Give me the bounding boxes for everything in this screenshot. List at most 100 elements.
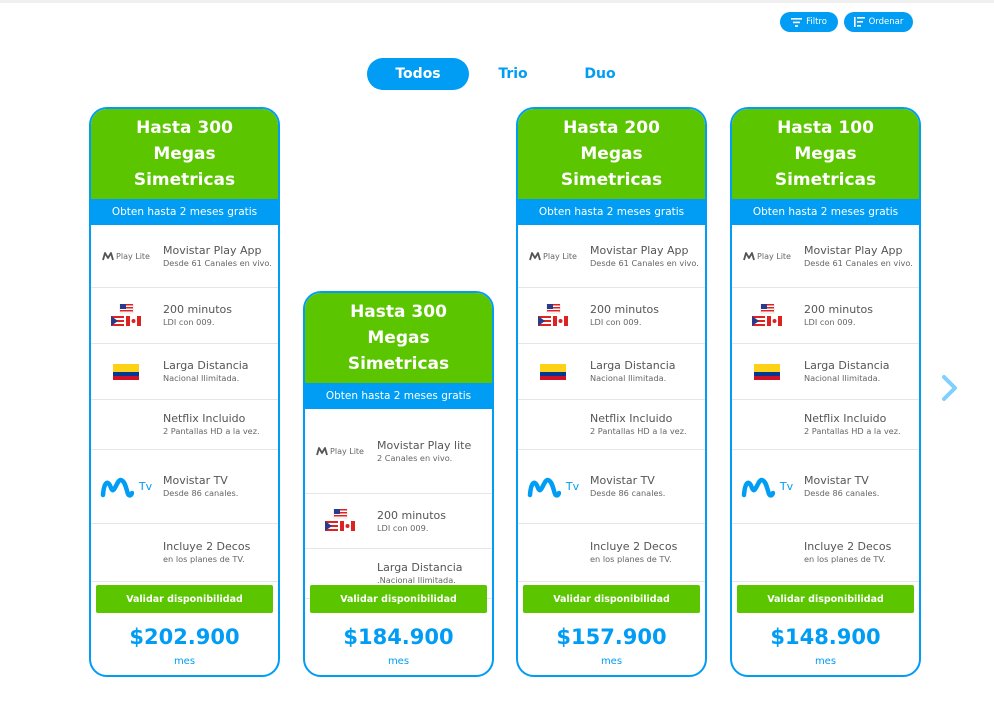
colombia-flag-icon [754, 363, 780, 380]
plan-price: $202.900 [129, 625, 240, 649]
next-arrow-button[interactable] [940, 374, 960, 406]
feature-row: 200 minutos LDI con 009. [518, 288, 705, 344]
price-period: mes [387, 656, 410, 667]
feature-title: 200 minutos [163, 303, 232, 316]
promo-banner: Obten hasta 2 meses gratis [732, 199, 919, 225]
top-divider [0, 0, 994, 3]
plan-card: Hasta 200 Megas Simetricas Obten hasta 2 … [516, 107, 707, 677]
feature-title: Movistar Play App [590, 243, 689, 257]
feature-subtitle: LDI con 009. [163, 317, 215, 327]
feature-row: Netflix Incluido 2 Pantallas HD a la vez. [732, 400, 919, 450]
feature-row: Incluye 2 Decos en los planes de TV. [518, 524, 705, 582]
feature-row: Play Lite Movistar Play lite 2 Canales en … [305, 409, 492, 494]
feature-row: Netflix Incluido 2 Pantallas HD a la vez. [518, 400, 705, 450]
tab-duo[interactable]: Duo [557, 58, 643, 90]
feature-subtitle: Desde 86 canales. [163, 488, 239, 498]
movistar-tv-logo: Tv [100, 476, 152, 498]
feature-title: Movistar Play App [163, 243, 262, 257]
feature-subtitle: Nacional Ilimitada. [590, 373, 667, 383]
colombia-flag-icon [113, 363, 139, 380]
movistar-tv-logo: Tv [527, 476, 579, 498]
feature-subtitle: Desde 86 canales. [804, 488, 880, 498]
price-period: mes [600, 656, 623, 667]
feature-row: Tv Movistar TV Desde 86 canales. [518, 450, 705, 524]
flags-icon [325, 509, 355, 531]
feature-row: Tv Movistar TV Desde 86 canales. [732, 450, 919, 524]
feature-title: Movistar TV [590, 474, 655, 487]
promo-banner: Obten hasta 2 meses gratis [305, 383, 492, 409]
price-period: mes [173, 656, 196, 667]
feature-subtitle: 2 Pantallas HD a la vez. [804, 426, 901, 436]
feature-row: Larga Distancia Nacional Ilimitada. [732, 344, 919, 400]
filter-icon [791, 17, 803, 27]
promo-banner: Obten hasta 2 meses gratis [518, 199, 705, 225]
feature-title: Movistar Play App [804, 243, 903, 257]
flags-icon [538, 303, 568, 326]
movistar-play-lite-logo: Play Lite [316, 447, 364, 456]
validate-availability-button[interactable]: Validar disponibilidad [523, 585, 700, 613]
validate-availability-button[interactable]: Validar disponibilidad [96, 585, 273, 613]
movistar-play-lite-logo: Play Lite [102, 252, 150, 261]
feature-title: Netflix Incluido [590, 412, 673, 425]
feature-title: Incluye 2 Decos [804, 540, 892, 553]
sort-icon [853, 17, 865, 27]
plan-tabs: Todos Trio Duo [367, 58, 643, 90]
feature-row: Netflix Incluido 2 Pantallas HD a la vez. [91, 400, 278, 450]
feature-row: Larga Distancia Nacional Ilimitada. [91, 344, 278, 400]
feature-subtitle: en los planes de TV. [163, 554, 245, 564]
feature-row: Incluye 2 Decos en los planes de TV. [91, 524, 278, 582]
chevron-right-icon [942, 375, 957, 401]
feature-subtitle: LDI con 009. [377, 522, 429, 533]
feature-title: Movistar TV [804, 474, 869, 487]
filter-label: Filtro [806, 17, 827, 27]
feature-row: Play Lite Movistar Play App Desde 61 Canal… [732, 225, 919, 288]
plan-title: Hasta 100 Megas Simetricas [732, 109, 919, 199]
feature-row: Larga Distancia Nacional Ilimitada. [518, 344, 705, 400]
feature-title: Movistar Play lite [377, 438, 472, 452]
feature-title: Larga Distancia [163, 359, 249, 372]
promo-banner: Obten hasta 2 meses gratis [91, 199, 278, 225]
feature-title: Netflix Incluido [804, 412, 887, 425]
feature-subtitle: en los planes de TV. [590, 554, 672, 564]
plan-title: Hasta 200 Megas Simetricas [518, 109, 705, 199]
feature-subtitle: Desde 86 canales. [590, 488, 666, 498]
plan-price: $157.900 [556, 625, 667, 649]
feature-title: Larga Distancia [804, 359, 890, 372]
colombia-flag-icon [540, 363, 566, 380]
sort-button[interactable]: Ordenar [844, 12, 913, 32]
tab-trio[interactable]: Trio [469, 58, 557, 90]
movistar-play-lite-logo: Play Lite [743, 252, 791, 261]
price-period: mes [814, 656, 837, 667]
feature-subtitle: LDI con 009. [804, 317, 856, 327]
movistar-play-lite-logo: Play Lite [529, 252, 577, 261]
feature-title: Larga Distancia [590, 359, 676, 372]
feature-subtitle: Desde 61 Canales en vivo. [590, 257, 699, 268]
plan-card: Hasta 300 Megas Simetricas Obten hasta 2 … [89, 107, 280, 677]
feature-title: 200 minutos [377, 508, 446, 522]
feature-subtitle: Desde 61 Canales en vivo. [163, 257, 272, 268]
feature-subtitle: LDI con 009. [590, 317, 642, 327]
feature-title: Incluye 2 Decos [590, 540, 678, 553]
feature-subtitle: 2 Pantallas HD a la vez. [163, 426, 260, 436]
feature-title: Netflix Incluido [163, 412, 246, 425]
flags-icon [111, 303, 141, 326]
feature-title: Movistar TV [163, 474, 228, 487]
plan-price: $184.900 [343, 625, 454, 649]
feature-title: 200 minutos [590, 303, 659, 316]
feature-row: 200 minutos LDI con 009. [732, 288, 919, 344]
tab-todos[interactable]: Todos [367, 58, 469, 90]
filter-button[interactable]: Filtro [780, 12, 838, 32]
feature-title: 200 minutos [804, 303, 873, 316]
feature-row: Tv Movistar TV Desde 86 canales. [91, 450, 278, 524]
plan-card: Hasta 300 Megas Simetricas Obten hasta 2 … [303, 291, 494, 677]
sort-label: Ordenar [868, 17, 904, 27]
validate-availability-button[interactable]: Validar disponibilidad [737, 585, 914, 613]
feature-subtitle: en los planes de TV. [804, 554, 886, 564]
flags-icon [752, 303, 782, 326]
feature-subtitle: 2 Pantallas HD a la vez. [590, 426, 687, 436]
feature-row: 200 minutos LDI con 009. [305, 494, 492, 549]
validate-availability-button[interactable]: Validar disponibilidad [310, 585, 487, 613]
feature-subtitle: Desde 61 Canales en vivo. [804, 257, 913, 268]
feature-subtitle: Nacional Ilimitada. [163, 373, 240, 383]
feature-row: Play Lite Movistar Play App Desde 61 Canal… [91, 225, 278, 288]
